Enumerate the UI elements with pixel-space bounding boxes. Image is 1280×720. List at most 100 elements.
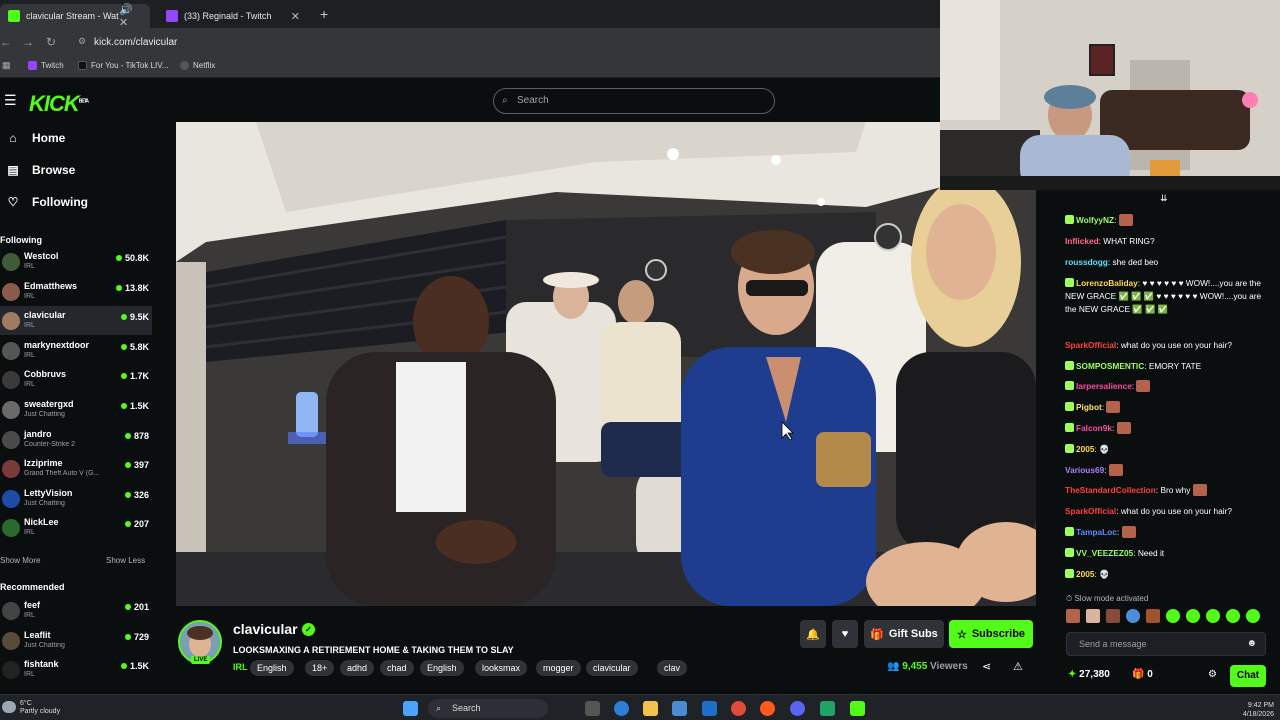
bookmark-tiktok[interactable]: For You - TikTok LIV...	[78, 61, 169, 70]
emoji-icon[interactable]: ☻	[1246, 633, 1257, 655]
gift-subs-button[interactable]: 🎁 Gift Subs	[864, 620, 944, 648]
chat-username[interactable]: SparkOfficial	[1065, 506, 1116, 516]
send-chat-button[interactable]: Chat	[1230, 665, 1266, 687]
sidebar-channel-nicklee[interactable]: NickLee IRL 207	[0, 513, 152, 542]
chat-username[interactable]: VV_VEEZEZ05	[1076, 548, 1133, 558]
scroll-down-icon[interactable]: ⇊	[1160, 193, 1168, 204]
back-icon[interactable]: ←	[0, 35, 12, 49]
share-icon[interactable]: ⋖	[982, 660, 991, 673]
stream-tag[interactable]: English	[420, 660, 464, 676]
close-tab-icon[interactable]: ✕	[291, 10, 300, 23]
menu-icon[interactable]: ☰	[4, 92, 17, 109]
sidebar-channel-izziprime[interactable]: Izziprime Grand Theft Auto V (G... 397	[0, 454, 152, 483]
weather-widget[interactable]: 6°C Partly cloudy	[20, 700, 60, 716]
mail-icon[interactable]	[702, 701, 717, 716]
close-tab-icon[interactable]: 🔊 ✕	[119, 3, 142, 29]
emote-icon[interactable]	[1086, 609, 1100, 623]
tab-kick[interactable]: clavicular Stream - Watch L 🔊 ✕	[0, 3, 150, 29]
sidebar-recommended-fishtank[interactable]: fishtank IRL 1.5K	[0, 655, 152, 684]
show-less-link[interactable]: Show Less	[106, 556, 145, 565]
chat-username[interactable]: roussdogg	[1065, 257, 1108, 267]
reload-icon[interactable]: ↻	[46, 35, 56, 49]
chat-username[interactable]: SOMPOSMENTIC	[1076, 361, 1144, 371]
emote-icon[interactable]	[1146, 609, 1160, 623]
chat-input[interactable]: Send a message ☻	[1066, 632, 1266, 656]
kick-logo[interactable]: KICKBETA	[29, 91, 89, 117]
sidebar-recommended-feef[interactable]: feef IRL 201	[0, 596, 152, 625]
follow-button[interactable]: ♥	[832, 620, 858, 648]
chat-username[interactable]: Pigbot	[1076, 402, 1102, 412]
chat-settings-icon[interactable]: ⚙	[1208, 669, 1217, 680]
chat-username[interactable]: Inflicked	[1065, 236, 1099, 246]
new-tab-icon[interactable]: +	[320, 6, 328, 22]
emote-icon[interactable]	[1206, 609, 1220, 623]
chat-username[interactable]: Falcon9k	[1076, 423, 1112, 433]
sidebar-channel-jandro[interactable]: jandro Counter-Strike 2 878	[0, 425, 152, 454]
chat-username[interactable]: Various69	[1065, 465, 1104, 475]
edge-icon[interactable]	[614, 701, 629, 716]
chat-username[interactable]: WolfyyNZ	[1076, 215, 1114, 225]
stream-tag[interactable]: English	[250, 660, 294, 676]
emote-icon[interactable]	[1166, 609, 1180, 623]
kick-app-icon[interactable]	[850, 701, 865, 716]
chat-username[interactable]: SparkOfficial	[1065, 340, 1116, 350]
site-info-icon[interactable]: ⚙	[78, 36, 86, 47]
emote-icon[interactable]	[1126, 609, 1140, 623]
sidebar-channel-clavicular[interactable]: clavicular IRL 9.5K	[0, 306, 152, 336]
nav-following[interactable]: ♡ Following	[6, 195, 88, 209]
chat-username[interactable]: 2005	[1076, 444, 1094, 454]
streamer-name[interactable]: clavicular	[233, 621, 298, 637]
chat-username[interactable]: TheStandardCollection	[1065, 485, 1156, 495]
obs-icon[interactable]	[760, 701, 775, 716]
chat-username[interactable]: 2005	[1076, 569, 1094, 579]
points-display[interactable]: ✦ 27,380	[1068, 669, 1110, 680]
forward-icon[interactable]: →	[22, 35, 34, 49]
subscribe-button[interactable]: ☆ Subscribe	[949, 620, 1033, 648]
stream-tag[interactable]: adhd	[340, 660, 375, 676]
sidebar-channel-markynextdoor[interactable]: markynextdoor IRL 5.8K	[0, 336, 152, 365]
discord-icon[interactable]	[790, 701, 805, 716]
excel-icon[interactable]	[820, 701, 835, 716]
bookmark-netflix[interactable]: Netflix	[180, 61, 215, 70]
taskbar-search[interactable]: ⌕ Search	[428, 699, 548, 718]
task-view-icon[interactable]	[585, 701, 600, 716]
nav-home[interactable]: ⌂ Home	[6, 131, 65, 145]
sidebar-channel-sweatergxd[interactable]: sweatergxd Just Chatting 1.5K	[0, 395, 152, 424]
bookmark-twitch[interactable]: Twitch	[28, 61, 64, 70]
chat-username[interactable]: larpersalience	[1076, 381, 1132, 391]
sidebar-channel-westcol[interactable]: Westcol IRL 50.8K	[0, 247, 152, 276]
emote-icon[interactable]	[1186, 609, 1200, 623]
emote-icon[interactable]	[1106, 609, 1120, 623]
emote-icon[interactable]	[1066, 609, 1080, 623]
sidebar-channel-lettyvision[interactable]: LettyVision Just Chatting 326	[0, 484, 152, 513]
stream-tag[interactable]: mogger	[536, 660, 581, 676]
show-more-link[interactable]: Show More	[0, 556, 40, 565]
emote-icon[interactable]	[1246, 609, 1260, 623]
category-link[interactable]: IRL	[233, 662, 248, 672]
nav-browse[interactable]: ▤ Browse	[6, 163, 75, 177]
emote-icon[interactable]	[1226, 609, 1240, 623]
apps-icon[interactable]: ▦	[2, 60, 11, 71]
stream-tag[interactable]: clavicular	[586, 660, 638, 676]
stream-tag[interactable]: looksmax	[475, 660, 528, 676]
stream-tag[interactable]: chad	[380, 660, 414, 676]
sidebar-channel-edmatthews[interactable]: Edmatthews IRL 13.8K	[0, 277, 152, 306]
notification-button[interactable]: 🔔	[800, 620, 826, 648]
video-player[interactable]	[176, 122, 1036, 606]
chat-username[interactable]: TampaLoc	[1076, 527, 1117, 537]
stream-tag[interactable]: 18+	[305, 660, 335, 676]
url-field[interactable]: kick.com/clavicular	[72, 33, 932, 52]
report-icon[interactable]: ⚠	[1013, 660, 1023, 673]
store-icon[interactable]	[672, 701, 687, 716]
system-clock[interactable]: 9:42 PM 4/18/2026	[1230, 701, 1274, 719]
gift-count[interactable]: 🎁 0	[1132, 669, 1153, 680]
file-explorer-icon[interactable]	[643, 701, 658, 716]
tab-twitch[interactable]: (33) Reginald - Twitch ✕	[158, 4, 308, 28]
windows-start-icon[interactable]	[403, 701, 418, 716]
chat-username[interactable]: LorenzoBaliday	[1076, 278, 1138, 288]
stream-tag[interactable]: clav	[657, 660, 688, 676]
chrome-icon[interactable]	[731, 701, 746, 716]
search-input[interactable]: ⌕ Search	[493, 88, 775, 114]
sidebar-recommended-leaflit[interactable]: Leaflit Just Chatting 729	[0, 626, 152, 655]
sidebar-channel-cobbruvs[interactable]: Cobbruvs IRL 1.7K	[0, 365, 152, 394]
